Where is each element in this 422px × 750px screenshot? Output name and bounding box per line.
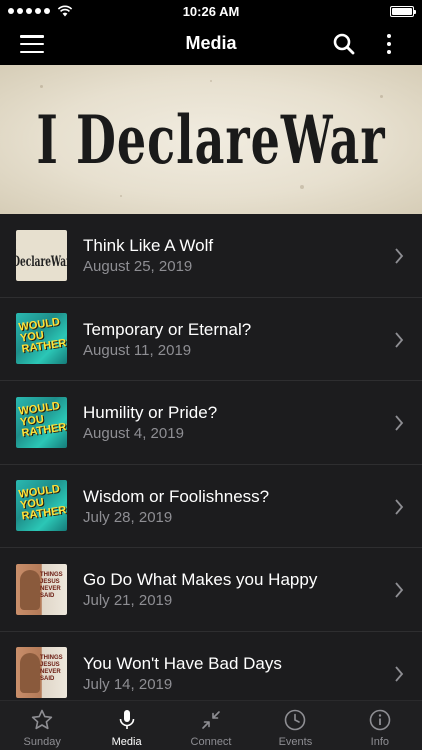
would-you-rather-thumbnail: WOULD YOU RATHER? xyxy=(16,313,67,365)
chevron-right-icon xyxy=(395,331,404,348)
i-declare-war-thumbnail: I DeclareWar xyxy=(16,229,67,281)
tab-connect[interactable]: Connect xyxy=(169,701,253,750)
battery-icon xyxy=(390,5,416,17)
list-item[interactable]: WOULD YOU RATHER? Humility or Pride? Augus… xyxy=(0,381,422,465)
item-title: Think Like A Wolf xyxy=(83,236,214,255)
list-item[interactable]: WOULD YOU RATHER? Temporary or Eternal? Au… xyxy=(0,297,422,381)
tab-bar: Sunday Media Connect Events Info xyxy=(0,700,422,750)
tab-sunday[interactable]: Sunday xyxy=(0,701,84,750)
would-you-rather-thumbnail: WOULD YOU RATHER? xyxy=(16,396,67,448)
item-date: July 14, 2019 xyxy=(83,675,173,693)
chevron-right-icon xyxy=(395,665,404,682)
page-title: Media xyxy=(185,33,237,53)
more-options-icon[interactable] xyxy=(383,32,395,56)
things-jesus-never-said-thumbnail: THINGS JESUS NEVER SAID xyxy=(16,563,67,615)
list-item[interactable]: I DeclareWar Think Like A Wolf August 25… xyxy=(0,214,422,298)
status-bar: 10:26 AM xyxy=(0,0,422,22)
microphone-icon xyxy=(119,710,134,729)
item-date: August 25, 2019 xyxy=(83,258,193,275)
chevron-right-icon xyxy=(395,582,404,598)
chevron-right-icon xyxy=(395,498,404,515)
info-icon xyxy=(369,709,391,731)
star-icon xyxy=(32,709,53,730)
tab-media[interactable]: Media xyxy=(84,701,168,750)
tab-events[interactable]: Events xyxy=(253,701,337,750)
item-title: Humility or Pride? xyxy=(83,403,218,422)
would-you-rather-thumbnail: WOULD YOU RATHER? xyxy=(16,480,67,532)
connect-arrows-icon xyxy=(202,711,220,729)
list-item[interactable]: THINGS JESUS NEVER SAID Go Do What Makes yo… xyxy=(0,548,422,632)
item-date: August 11, 2019 xyxy=(83,341,192,359)
menu-icon[interactable] xyxy=(20,35,44,53)
series-banner[interactable]: I DeclareWar xyxy=(0,65,422,214)
tab-info[interactable]: Info xyxy=(338,701,422,750)
navigation-bar: Media xyxy=(0,22,422,65)
status-time: 10:26 AM xyxy=(182,3,240,19)
chevron-right-icon xyxy=(395,248,404,264)
item-title: Go Do What Makes you Happy xyxy=(83,570,318,589)
item-date: July 21, 2019 xyxy=(83,592,173,609)
search-icon[interactable] xyxy=(333,33,355,55)
item-title: Wisdom or Foolishness? xyxy=(83,486,270,506)
media-list: I DeclareWar Think Like A Wolf August 25… xyxy=(0,214,422,715)
chevron-right-icon xyxy=(395,415,404,431)
item-date: August 4, 2019 xyxy=(83,425,184,442)
clock-icon xyxy=(285,709,306,731)
list-item[interactable]: WOULD YOU RATHER? Wisdom or Foolishness? J… xyxy=(0,464,422,548)
item-title: You Won't Have Bad Days xyxy=(83,653,282,673)
item-date: July 28, 2019 xyxy=(83,508,173,526)
things-jesus-never-said-thumbnail: THINGS JESUS NEVER SAID xyxy=(16,647,67,699)
item-title: Temporary or Eternal? xyxy=(83,319,252,339)
banner-title: I DeclareWar xyxy=(36,100,386,179)
